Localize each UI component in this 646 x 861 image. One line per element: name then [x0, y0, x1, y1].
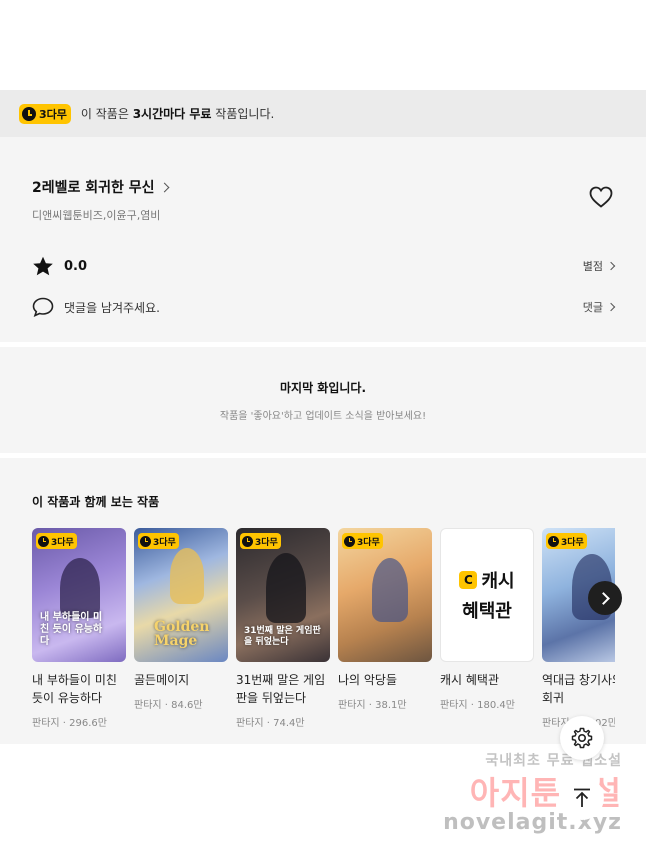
3dam-badge: 3다무 — [342, 533, 383, 549]
recommend-card[interactable]: 3다무 31번째 말은 게임판을 뒤엎는다 31번째 말은 게임판을 뒤엎는다 … — [236, 528, 330, 729]
card-title: 캐시 혜택관 — [440, 673, 500, 687]
badge-label: 3다무 — [51, 537, 74, 548]
badge-label: 3다무 — [255, 537, 278, 548]
work-info-section: 2레벨로 회귀한 무신 디앤씨웹툰비즈,이윤구,염비 0.0 별점 댓글을 남겨… — [0, 137, 646, 342]
work-title: 2레벨로 회귀한 무신 — [32, 180, 155, 196]
cover-figure — [170, 548, 204, 604]
card-meta: 판타지 · 38.1만 — [338, 700, 407, 711]
recommend-card[interactable]: C 캐시 혜택관 캐시 혜택관 판타지 · 180.4만 — [440, 528, 534, 729]
3dam-badge: 3다무 — [546, 533, 587, 549]
chevron-right-icon — [606, 261, 616, 271]
recommend-title: 이 작품과 함께 보는 작품 — [32, 495, 160, 509]
chevron-right-icon — [596, 591, 610, 605]
clock-icon — [344, 535, 355, 547]
notice-bold: 3시간마다 무료 — [132, 107, 212, 121]
cover-figure — [60, 558, 100, 618]
rating-link[interactable]: 별점 — [582, 258, 616, 274]
notice-suffix: 작품입니다. — [211, 107, 275, 121]
star-icon — [33, 256, 53, 275]
card-meta: 판타지 · 74.4만 — [236, 718, 305, 729]
cash-logo-line2: 혜택관 — [462, 601, 512, 622]
card-thumbnail: 3다무 Golden Mage — [134, 528, 228, 662]
comment-link[interactable]: 댓글 — [582, 299, 616, 315]
arrow-up-icon — [574, 788, 590, 807]
free-notice-bar: 3다무 이 작품은 3시간마다 무료 작품입니다. — [0, 90, 646, 137]
card-thumbnail: 3다무 31번째 말은 게임판을 뒤엎는다 — [236, 528, 330, 662]
badge-label: 3다무 — [357, 537, 380, 548]
3dam-badge: 3다무 — [240, 533, 281, 549]
cash-logo: C 캐시 — [459, 567, 515, 593]
rating-link-label: 별점 — [582, 260, 603, 273]
chevron-right-icon — [606, 302, 616, 312]
notice-prefix: 이 작품은 — [80, 107, 133, 121]
last-episode-subtext: 작품을 '좋아요'하고 업데이트 소식을 받아보세요! — [219, 410, 427, 422]
3dam-badge: 3다무 — [138, 533, 179, 549]
comment-row[interactable]: 댓글을 남겨주세요. 댓글 — [32, 295, 616, 319]
clock-icon — [22, 106, 36, 121]
card-title: 내 부하들이 미친 듯이 유능하다 — [32, 673, 117, 705]
card-meta: 판타지 · 296.6만 — [32, 718, 107, 729]
speech-bubble-icon — [32, 297, 54, 317]
card-thumbnail: C 캐시 혜택관 — [440, 528, 534, 662]
top-blank-area — [0, 0, 646, 90]
recommend-card[interactable]: 3다무 Golden Mage 골든메이지 판타지 · 84.6만 — [134, 528, 228, 729]
work-authors: 디앤씨웹툰비즈,이윤구,염비 — [32, 209, 161, 222]
cover-title-art: 31번째 말은 게임판을 뒤엎는다 — [244, 626, 321, 647]
notice-text: 이 작품은 3시간마다 무료 작품입니다. — [81, 105, 274, 122]
settings-button[interactable] — [560, 716, 604, 760]
recommend-card[interactable]: 3다무 역대급 창기사의 회귀 판타지 · 2,502만 — [542, 528, 615, 729]
card-title: 역대급 창기사의 회귀 — [542, 673, 615, 705]
cover-figure — [266, 553, 306, 623]
content-panel: 2레벨로 회귀한 무신 디앤씨웹툰비즈,이윤구,염비 0.0 별점 댓글을 남겨… — [0, 137, 646, 748]
clock-icon — [38, 535, 49, 547]
card-title: 나의 악당들 — [338, 673, 398, 687]
cover-title-art: Golden Mage — [154, 619, 210, 649]
cash-logo-line1: 캐시 — [481, 571, 515, 592]
badge-label: 3다무 — [561, 537, 584, 548]
scroll-top-button[interactable] — [560, 776, 604, 820]
3dam-badge: 3다무 — [19, 103, 71, 124]
cover-title-art: 내 부하들이 미친 듯이 유능하다 — [40, 612, 103, 647]
recommend-carousel: 3다무 내 부하들이 미친 듯이 유능하다 내 부하들이 미친 듯이 유능하다 … — [32, 528, 615, 729]
gear-icon — [571, 727, 593, 749]
clock-icon — [242, 535, 253, 547]
rating-value: 0.0 — [64, 258, 88, 274]
card-meta: 판타지 · 84.6만 — [134, 700, 203, 711]
3dam-badge: 3다무 — [36, 533, 77, 549]
clock-icon — [548, 535, 559, 547]
card-meta: 판타지 · 180.4만 — [440, 700, 515, 711]
recommend-card[interactable]: 3다무 내 부하들이 미친 듯이 유능하다 내 부하들이 미친 듯이 유능하다 … — [32, 528, 126, 729]
last-episode-heading: 마지막 화입니다. — [279, 380, 367, 395]
work-title-link[interactable]: 2레벨로 회귀한 무신 — [32, 177, 614, 197]
cover-figure — [372, 558, 408, 622]
card-thumbnail: 3다무 내 부하들이 미친 듯이 유능하다 — [32, 528, 126, 662]
cash-coin-icon: C — [459, 571, 478, 589]
last-episode-section: 마지막 화입니다. 작품을 '좋아요'하고 업데이트 소식을 받아보세요! — [0, 347, 646, 453]
recommend-section: 이 작품과 함께 보는 작품 3다무 내 부하들이 미친 듯이 유능하다 내 부… — [0, 458, 646, 748]
clock-icon — [140, 535, 151, 547]
comment-placeholder: 댓글을 남겨주세요. — [64, 300, 160, 315]
heart-icon[interactable] — [589, 186, 613, 208]
badge-label: 3다무 — [39, 107, 67, 121]
recommend-card[interactable]: 3다무 나의 악당들 판타지 · 38.1만 — [338, 528, 432, 729]
badge-label: 3다무 — [153, 537, 176, 548]
card-thumbnail: 3다무 — [338, 528, 432, 662]
rating-row: 0.0 별점 — [32, 254, 616, 278]
chevron-right-icon — [159, 182, 169, 192]
card-title: 31번째 말은 게임판을 뒤엎는다 — [236, 673, 326, 705]
carousel-next-button[interactable] — [588, 581, 622, 615]
card-title: 골든메이지 — [134, 673, 190, 687]
watermark-line1: 국내최초 무료 웹소설 — [485, 753, 622, 769]
comment-link-label: 댓글 — [582, 301, 603, 314]
